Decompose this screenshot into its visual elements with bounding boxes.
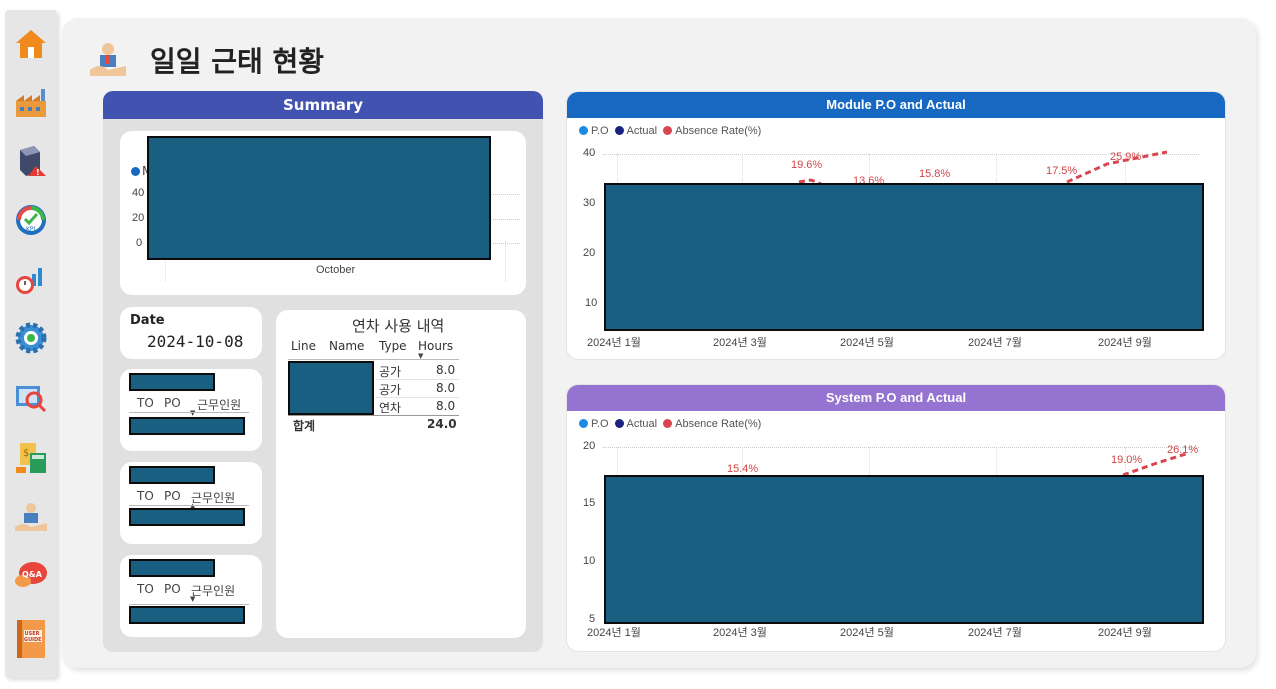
redacted-area xyxy=(129,508,245,526)
module-chart-panel: Module P.O and Actual P.O Actual Absence… xyxy=(566,91,1226,360)
grid-line xyxy=(490,194,520,195)
y-tick: 20 xyxy=(132,212,145,224)
total-value: 24.0 xyxy=(427,417,457,431)
y-tick: 40 xyxy=(132,187,145,199)
rate-label: 26.1% xyxy=(1167,444,1199,456)
home-icon[interactable] xyxy=(13,26,49,62)
row-type: 공가 xyxy=(379,383,402,397)
row-hours: 8.0 xyxy=(436,399,456,413)
col-header-po: PO xyxy=(164,582,181,596)
y-tick: 0 xyxy=(136,237,143,249)
leave-table-title: 연차 사용 내역 xyxy=(352,317,445,335)
col-header-po: PO xyxy=(164,489,181,503)
col-header-workers: 근무인원 xyxy=(197,398,242,412)
x-tick: 2024년 7월 xyxy=(968,627,1022,639)
line-card: TO PO 근무인원 ▼ xyxy=(120,555,262,637)
page-title: 일일 근태 현황 xyxy=(150,45,325,78)
redacted-area xyxy=(288,361,374,415)
sort-arrow-icon[interactable]: ▼ xyxy=(190,409,195,417)
grid-line xyxy=(490,219,520,220)
map-search-icon[interactable] xyxy=(13,379,49,415)
rate-label: 15.4% xyxy=(727,463,759,475)
line-card: TO PO 근무인원 ▲ xyxy=(120,462,262,544)
col-header-workers: 근무인원 xyxy=(191,491,236,505)
qa-label: Q&A xyxy=(22,570,43,579)
divider xyxy=(129,604,249,605)
kpi-gauge-icon[interactable]: KPI xyxy=(13,202,49,238)
timer-chart-icon[interactable] xyxy=(13,261,49,297)
person-hand-icon xyxy=(88,40,128,80)
sidebar: ! KPI $ Q&A USER GUIDE xyxy=(5,10,57,678)
calculator-icon[interactable]: $ xyxy=(13,440,49,476)
x-label: October xyxy=(316,264,356,276)
x-tick: 2024년 1월 xyxy=(587,337,641,349)
redacted-area xyxy=(129,606,245,624)
factory-icon[interactable] xyxy=(13,84,49,120)
col-header-type[interactable]: Type xyxy=(379,339,407,353)
divider xyxy=(129,505,249,506)
user-guide-label: USER GUIDE xyxy=(24,631,42,643)
x-tick: 2024년 5월 xyxy=(840,627,894,639)
row-hours: 8.0 xyxy=(436,381,456,395)
col-header-to: TO xyxy=(137,396,154,410)
rate-label: 19.0% xyxy=(1111,454,1143,466)
x-tick: 2024년 9월 xyxy=(1098,337,1152,349)
line-card: TO PO 근무인원 ▼ xyxy=(120,369,262,451)
rate-label: 15.8% xyxy=(919,168,951,180)
svg-text:$: $ xyxy=(23,448,29,459)
x-tick: 2024년 1월 xyxy=(587,627,641,639)
rate-label: 19.6% xyxy=(791,159,823,171)
grid-line xyxy=(505,241,506,281)
x-tick: 2024년 5월 xyxy=(840,337,894,349)
col-header-to: TO xyxy=(137,582,154,596)
alert-box-icon[interactable]: ! xyxy=(13,143,49,179)
divider xyxy=(376,397,459,398)
rate-label: 25.9% xyxy=(1110,151,1142,163)
summary-header: Summary xyxy=(103,91,543,119)
x-tick: 2024년 7월 xyxy=(968,337,1022,349)
row-type: 연차 xyxy=(379,401,402,415)
sort-arrow-icon[interactable]: ▼ xyxy=(190,595,195,603)
col-header-po: PO xyxy=(164,396,181,410)
col-header-hours[interactable]: Hours xyxy=(418,339,453,353)
col-header-name[interactable]: Name xyxy=(329,339,364,353)
x-tick: 2024년 3월 xyxy=(713,337,767,349)
user-guide-book-icon[interactable]: USER GUIDE xyxy=(13,617,49,661)
x-tick: 2024년 9월 xyxy=(1098,627,1152,639)
redacted-area xyxy=(604,475,1204,624)
redacted-area xyxy=(147,136,491,260)
redacted-area xyxy=(129,373,215,391)
row-type: 공가 xyxy=(379,365,402,379)
col-header-to: TO xyxy=(137,489,154,503)
gear-icon[interactable] xyxy=(13,320,49,356)
redacted-area xyxy=(129,559,215,577)
summary-chart-card: M 40 20 0 October xyxy=(120,131,526,295)
system-chart-panel: System P.O and Actual P.O Actual Absence… xyxy=(566,384,1226,652)
grid-line xyxy=(165,261,166,281)
redacted-area xyxy=(604,183,1204,331)
date-label: Date xyxy=(130,313,165,328)
rate-label: 17.5% xyxy=(1046,165,1078,177)
svg-text:KPI: KPI xyxy=(26,226,36,233)
divider xyxy=(288,415,459,416)
date-card: Date 2024-10-08 xyxy=(120,307,262,359)
legend-dot xyxy=(131,167,140,176)
redacted-area xyxy=(129,417,245,435)
x-tick: 2024년 3월 xyxy=(713,627,767,639)
date-value[interactable]: 2024-10-08 xyxy=(147,332,243,351)
redacted-area xyxy=(129,466,215,484)
divider xyxy=(376,379,459,380)
divider xyxy=(288,359,459,360)
total-label: 합계 xyxy=(293,419,316,433)
divider xyxy=(129,412,249,413)
person-hand-icon[interactable] xyxy=(13,500,49,536)
col-header-workers: 근무인원 xyxy=(191,584,236,598)
row-hours: 8.0 xyxy=(436,363,456,377)
qa-bubble-icon[interactable]: Q&A xyxy=(13,558,49,594)
leave-table-card: 연차 사용 내역 Line Name Type Hours ▼ 공가 8.0 공… xyxy=(276,310,526,638)
svg-text:!: ! xyxy=(36,168,40,177)
col-header-line[interactable]: Line xyxy=(291,339,316,353)
